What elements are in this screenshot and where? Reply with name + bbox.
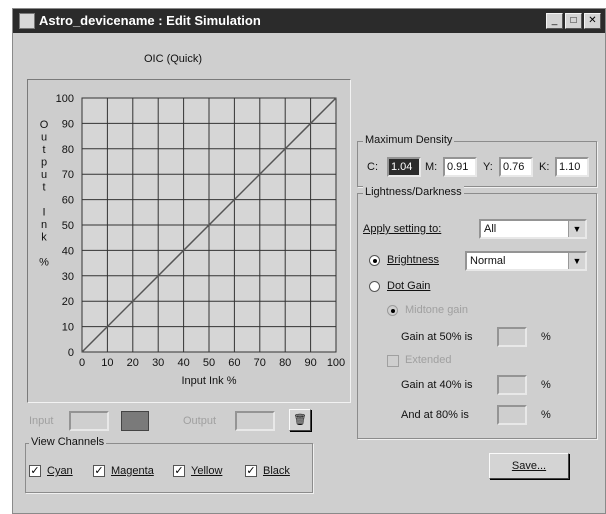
y-axis-label-char: n <box>41 219 47 231</box>
close-icon[interactable]: ✕ <box>584 13 601 29</box>
black-checkbox[interactable]: ✓ <box>245 465 257 477</box>
black-label: Black <box>263 465 290 477</box>
window-controls: _ □ ✕ <box>544 13 601 29</box>
y-tick-label: 60 <box>62 195 74 207</box>
edit-simulation-window: Astro_devicename : Edit Simulation _ □ ✕ O… <box>12 8 606 514</box>
y-tick-label: 30 <box>62 271 74 283</box>
y-axis-label-char: u <box>41 132 47 144</box>
y-axis-label-char: O <box>40 119 49 131</box>
y-axis-label-char: t <box>42 144 45 156</box>
y-axis-label-char: I <box>42 207 45 219</box>
y-tick-label: 50 <box>62 220 74 232</box>
yellow-label: Yellow <box>191 465 223 477</box>
title-bar: Astro_devicename : Edit Simulation _ □ ✕ <box>13 9 605 33</box>
x-tick-label: 30 <box>152 357 164 369</box>
y-axis-label-char: t <box>42 182 45 194</box>
chart-frame: 0 10 20 30 40 50 60 70 80 90 100 0 10 20 30 40 50 60 70 80 9… <box>27 79 351 403</box>
chevron-down-icon[interactable]: ▼ <box>568 253 585 269</box>
max-density-title: Maximum Density <box>363 134 455 146</box>
window-title: Astro_devicename : Edit Simulation <box>39 13 261 28</box>
view-channels-title: View Channels <box>29 436 107 448</box>
y-tick-label: 70 <box>62 169 74 181</box>
k-density-field[interactable]: 1.10 <box>555 157 589 177</box>
y-axis-label-char: % <box>39 257 49 269</box>
y-axis-label-char: u <box>41 169 47 181</box>
c-label: C: <box>367 161 378 173</box>
midtone-gain-label: Midtone gain <box>405 304 468 316</box>
y-tick-label: 20 <box>62 296 74 308</box>
save-button-label: Save... <box>511 460 547 472</box>
y-tick-label: 0 <box>68 347 74 359</box>
gain80-field[interactable] <box>497 405 527 425</box>
cyan-checkbox[interactable]: ✓ <box>29 465 41 477</box>
x-tick-label: 50 <box>203 357 215 369</box>
trash-icon: 🗑 <box>293 414 307 426</box>
cyan-label: Cyan <box>47 465 73 477</box>
gain80-label: And at 80% is <box>401 409 469 421</box>
output-value-field[interactable] <box>235 411 275 431</box>
extended-checkbox[interactable] <box>387 355 399 367</box>
gain40-field[interactable] <box>497 375 527 395</box>
brightness-select[interactable]: Normal ▼ <box>465 251 587 271</box>
maximize-icon[interactable]: □ <box>565 13 582 29</box>
color-swatch <box>121 411 149 431</box>
x-tick-label: 100 <box>327 357 345 369</box>
input-value-field[interactable] <box>69 411 109 431</box>
gain50-field[interactable] <box>497 327 527 347</box>
k-label: K: <box>539 161 550 173</box>
midtone-gain-radio[interactable] <box>387 305 398 316</box>
m-label: M: <box>425 161 438 173</box>
x-tick-label: 40 <box>177 357 189 369</box>
dotgain-label: Dot Gain <box>387 280 431 292</box>
gain40-label: Gain at 40% is <box>401 379 473 391</box>
brightness-label: Brightness <box>387 254 439 266</box>
y-axis-label-char: p <box>41 157 47 169</box>
gain50-pct: % <box>541 331 551 343</box>
x-tick-label: 0 <box>79 357 85 369</box>
lightness-title: Lightness/Darkness <box>363 186 464 198</box>
minimize-icon[interactable]: _ <box>546 13 563 29</box>
yellow-checkbox[interactable]: ✓ <box>173 465 185 477</box>
brightness-radio[interactable] <box>369 255 380 266</box>
magenta-label: Magenta <box>111 465 154 477</box>
gain40-pct: % <box>541 379 551 391</box>
y-tick-label: 100 <box>56 93 74 105</box>
apply-setting-value: All <box>484 223 497 235</box>
curve-chart[interactable]: 0 10 20 30 40 50 60 70 80 90 100 0 10 20 30 40 50 60 70 80 9… <box>28 80 350 402</box>
y-tick-label: 10 <box>62 322 74 334</box>
brightness-value: Normal <box>470 255 506 267</box>
x-tick-label: 10 <box>101 357 113 369</box>
x-tick-label: 60 <box>228 357 240 369</box>
y-axis-label-char: k <box>41 232 47 244</box>
magenta-checkbox[interactable]: ✓ <box>93 465 105 477</box>
apply-setting-select[interactable]: All ▼ <box>479 219 587 239</box>
chart-title: OIC (Quick) <box>143 53 203 65</box>
gain50-label: Gain at 50% is <box>401 331 473 343</box>
chevron-down-icon[interactable]: ▼ <box>568 221 585 237</box>
x-tick-label: 90 <box>304 357 316 369</box>
output-label: Output <box>183 415 217 427</box>
trash-button[interactable]: 🗑 <box>289 409 311 431</box>
app-icon <box>19 13 35 29</box>
m-density-field[interactable]: 0.91 <box>443 157 477 177</box>
x-axis-label: Input Ink % <box>181 375 236 387</box>
save-button[interactable]: Save... <box>489 453 569 479</box>
input-label: Input <box>29 415 54 427</box>
x-tick-label: 70 <box>254 357 266 369</box>
extended-label: Extended <box>405 354 452 366</box>
apply-setting-label: Apply setting to: <box>363 223 442 235</box>
x-tick-label: 20 <box>127 357 139 369</box>
y-density-field[interactable]: 0.76 <box>499 157 533 177</box>
y-tick-label: 90 <box>62 118 74 130</box>
y-tick-label: 40 <box>62 245 74 257</box>
c-density-field[interactable]: 1.04 <box>387 157 421 177</box>
x-tick-label: 80 <box>279 357 291 369</box>
y-tick-label: 80 <box>62 144 74 156</box>
gain80-pct: % <box>541 409 551 421</box>
dotgain-radio[interactable] <box>369 281 380 292</box>
y-label: Y: <box>483 161 493 173</box>
